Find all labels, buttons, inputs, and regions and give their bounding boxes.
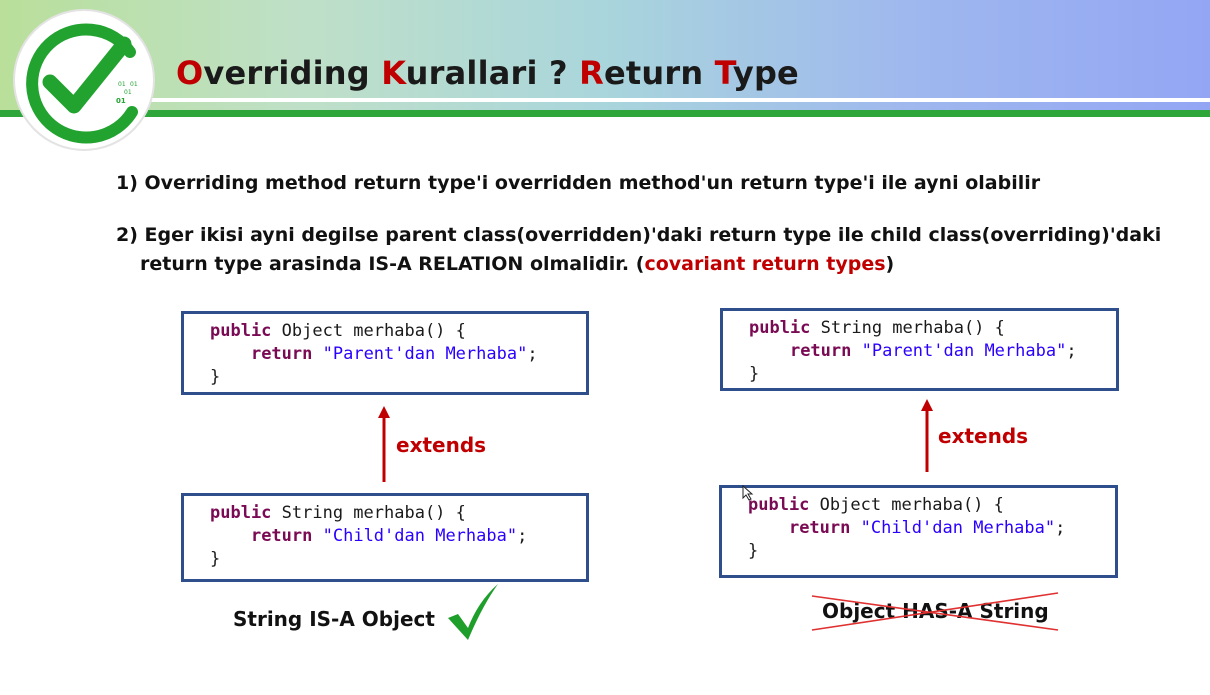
left-caption: String IS-A Object <box>233 607 435 631</box>
right-parent-code-box: public String merhaba() { return "Parent… <box>720 308 1119 391</box>
checkmark-icon <box>448 584 498 640</box>
left-extends-label: extends <box>396 433 487 457</box>
logo-bit: 01 <box>116 97 126 105</box>
rule-2-line-2: return type arasinda IS-A RELATION olmal… <box>140 253 895 275</box>
rule-2-line-1: 2) Eger ikisi ayni degilse parent class(… <box>116 224 1162 246</box>
logo-bit: 01 <box>130 81 138 88</box>
right-child-code-box: public Object merhaba() { return "Child'… <box>719 485 1118 578</box>
logo-bit: 01 <box>118 81 126 88</box>
cross-out-icon <box>811 592 1059 631</box>
left-child-code-box: public String merhaba() { return "Child'… <box>181 493 589 582</box>
mouse-cursor-icon <box>742 484 754 501</box>
header-divider <box>150 98 1210 102</box>
page-title: Overriding Kurallari ? Return Type <box>176 54 799 92</box>
rule-1: 1) Overriding method return type'i overr… <box>116 172 1041 194</box>
right-extends-label: extends <box>938 424 1029 448</box>
right-extends-arrow <box>921 399 933 472</box>
header-green-bar <box>0 110 1210 117</box>
logo-bit: 01 <box>124 89 132 96</box>
left-parent-code-box: public Object merhaba() { return "Parent… <box>181 311 589 395</box>
covariant-highlight: covariant return types <box>644 253 886 275</box>
checkmark-logo-icon: 01 01 01 01 <box>13 9 155 151</box>
left-extends-arrow <box>378 406 390 482</box>
